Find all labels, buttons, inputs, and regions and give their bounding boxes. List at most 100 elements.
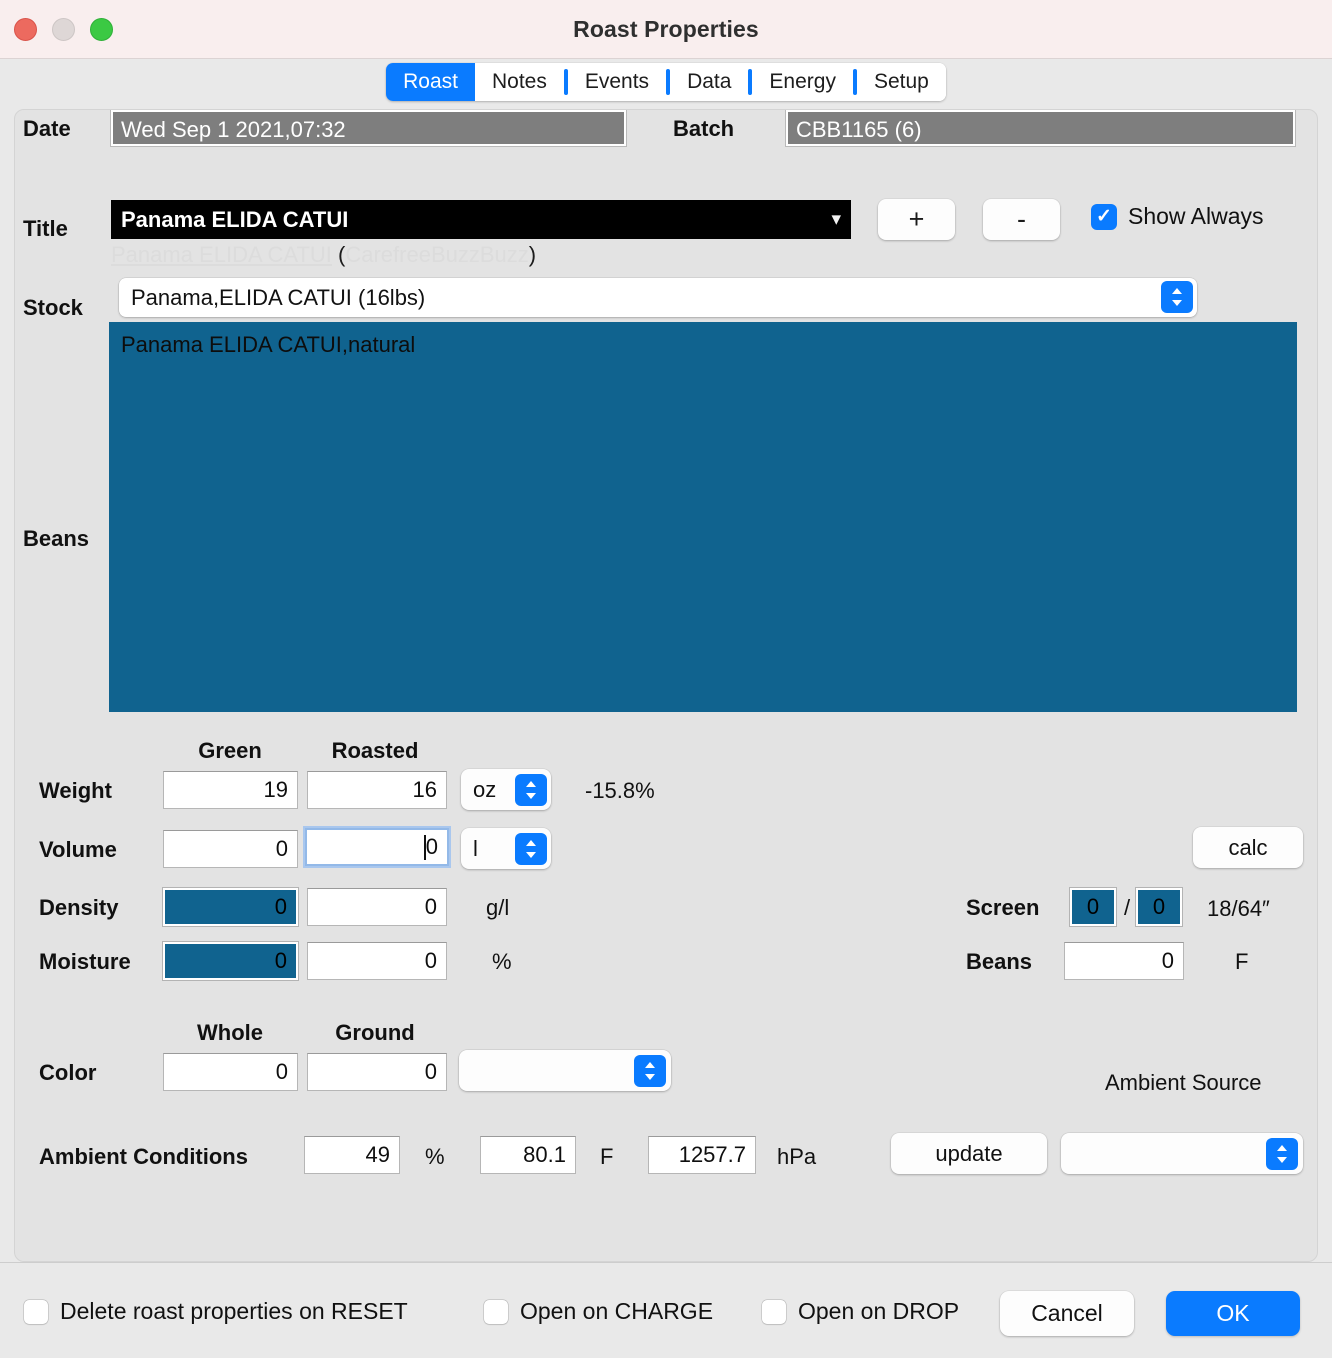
volume-roasted-value: 0 <box>425 834 438 859</box>
open-on-drop-label: Open on DROP <box>798 1298 960 1324</box>
volume-green-input[interactable]: 0 <box>163 830 298 868</box>
moisture-unit-label: % <box>492 949 512 974</box>
weight-green-input[interactable]: 19 <box>163 771 298 809</box>
screen-label: Screen <box>966 895 1040 920</box>
density-unit-label: g/l <box>486 895 510 920</box>
color-system-combobox[interactable] <box>459 1050 671 1091</box>
title-label: Title <box>23 216 68 241</box>
bean-source-link-name: Panama ELIDA CATUI <box>111 242 332 267</box>
beans-temp-unit-label: F <box>1235 949 1249 974</box>
beans-temp-input[interactable]: 0 <box>1064 942 1184 980</box>
checkbox-icon <box>484 1299 508 1324</box>
ambient-humidity-input[interactable]: 49 <box>304 1136 400 1174</box>
bean-source-close-paren: ) <box>528 242 537 267</box>
show-always-label: Show Always <box>1128 203 1264 229</box>
close-button[interactable] <box>14 17 37 41</box>
screen-max-input[interactable]: 0 <box>1136 888 1182 926</box>
calc-button[interactable]: calc <box>1193 827 1303 868</box>
tab-data[interactable]: Data <box>670 63 749 101</box>
column-header-green: Green <box>198 738 262 763</box>
ambient-pressure-input[interactable]: 1257.7 <box>648 1136 756 1174</box>
ambient-temperature-unit: F <box>600 1144 614 1169</box>
bean-source-link[interactable]: Panama ELIDA CATUI (CarefreeBuzzBuzz) <box>111 242 536 268</box>
volume-label: Volume <box>39 837 117 862</box>
weight-loss-value: -15.8% <box>585 778 655 803</box>
stepper-icon[interactable] <box>1266 1137 1298 1170</box>
density-green-input[interactable]: 0 <box>163 888 298 926</box>
ambient-source-label: Ambient Source <box>1105 1070 1262 1095</box>
dialog-footer: Delete roast properties on RESET Open on… <box>0 1262 1332 1358</box>
volume-unit-value: l <box>473 835 478 861</box>
roast-properties-window: Roast Properties Roast Notes Events Data… <box>0 0 1332 1358</box>
weight-roasted-input[interactable]: 16 <box>307 771 447 809</box>
moisture-roasted-input[interactable]: 0 <box>307 942 447 980</box>
ambient-temperature-input[interactable]: 80.1 <box>480 1136 576 1174</box>
beans-label: Beans <box>23 526 90 551</box>
moisture-green-input[interactable]: 0 <box>163 942 298 980</box>
tab-setup[interactable]: Setup <box>856 63 946 101</box>
beans-temp-label: Beans <box>966 949 1033 974</box>
stepper-icon[interactable] <box>634 1054 666 1087</box>
stepper-icon[interactable] <box>515 773 547 806</box>
window-titlebar: Roast Properties <box>0 0 1332 59</box>
tab-notes[interactable]: Notes <box>475 63 564 101</box>
chevron-down-icon: ▾ <box>831 209 841 230</box>
density-roasted-input[interactable]: 0 <box>307 888 447 926</box>
roast-form-panel: Date Wed Sep 1 2021,07:32 Batch CBB1165 … <box>14 109 1318 1262</box>
weight-unit-combobox[interactable]: oz <box>461 769 551 810</box>
stock-label: Stock <box>23 295 83 320</box>
date-label: Date <box>23 116 71 141</box>
ok-button[interactable]: OK <box>1166 1291 1300 1336</box>
open-on-drop-checkbox[interactable]: Open on DROP <box>762 1298 959 1325</box>
date-field[interactable]: Wed Sep 1 2021,07:32 <box>111 110 626 146</box>
ambient-pressure-unit: hPa <box>777 1144 817 1169</box>
checkbox-icon <box>762 1299 786 1324</box>
delete-on-reset-label: Delete roast properties on RESET <box>60 1298 408 1324</box>
tab-roast[interactable]: Roast <box>386 63 475 101</box>
column-header-roasted: Roasted <box>331 738 419 763</box>
screen-separator: / <box>1124 895 1131 920</box>
update-button[interactable]: update <box>891 1133 1047 1174</box>
title-combobox[interactable]: Panama ELIDA CATUI ▾ <box>111 200 851 239</box>
stock-combobox-value: Panama,ELIDA CATUI (16lbs) <box>131 284 426 310</box>
moisture-label: Moisture <box>39 949 131 974</box>
color-label: Color <box>39 1060 97 1085</box>
window-title: Roast Properties <box>573 15 759 42</box>
open-on-charge-checkbox[interactable]: Open on CHARGE <box>484 1298 713 1325</box>
volume-unit-combobox[interactable]: l <box>461 828 551 869</box>
weight-label: Weight <box>39 778 112 803</box>
open-on-charge-label: Open on CHARGE <box>520 1298 714 1324</box>
ambient-humidity-unit: % <box>425 1144 445 1169</box>
stock-combobox[interactable]: Panama,ELIDA CATUI (16lbs) <box>119 278 1197 317</box>
ambient-conditions-label: Ambient Conditions <box>39 1144 248 1169</box>
tabbar: Roast Notes Events Data Energy Setup <box>386 63 946 101</box>
color-whole-input[interactable]: 0 <box>163 1053 298 1091</box>
screen-unit-label: 18/64″ <box>1207 896 1270 921</box>
stepper-icon[interactable] <box>1161 281 1193 313</box>
batch-field[interactable]: CBB1165 (6) <box>786 110 1295 146</box>
stepper-icon[interactable] <box>515 832 547 865</box>
ambient-source-combobox[interactable] <box>1061 1133 1303 1174</box>
color-ground-input[interactable]: 0 <box>307 1053 447 1091</box>
minimize-button[interactable] <box>52 17 75 41</box>
batch-label: Batch <box>673 116 735 141</box>
tab-events[interactable]: Events <box>567 63 667 101</box>
delete-on-reset-checkbox[interactable]: Delete roast properties on RESET <box>24 1298 408 1325</box>
cancel-button[interactable]: Cancel <box>1000 1291 1134 1336</box>
title-combobox-value: Panama ELIDA CATUI <box>121 206 349 232</box>
checkbox-icon <box>24 1299 48 1324</box>
window-controls <box>14 17 113 41</box>
remove-title-button[interactable]: - <box>983 199 1060 240</box>
tab-energy[interactable]: Energy <box>752 63 853 101</box>
maximize-button[interactable] <box>90 17 113 41</box>
checkmark-icon: ✓ <box>1091 203 1117 230</box>
bean-source-user: CarefreeBuzzBuzz <box>345 242 529 267</box>
show-always-checkbox[interactable]: ✓ Show Always <box>1091 203 1264 230</box>
density-label: Density <box>39 895 119 920</box>
volume-roasted-input[interactable]: 0 <box>305 828 449 866</box>
tabbar-container: Roast Notes Events Data Energy Setup <box>0 59 1332 109</box>
screen-min-input[interactable]: 0 <box>1070 888 1116 926</box>
weight-unit-value: oz <box>473 776 497 802</box>
add-title-button[interactable]: + <box>878 199 955 240</box>
beans-textarea[interactable]: Panama ELIDA CATUI,natural <box>109 322 1297 712</box>
